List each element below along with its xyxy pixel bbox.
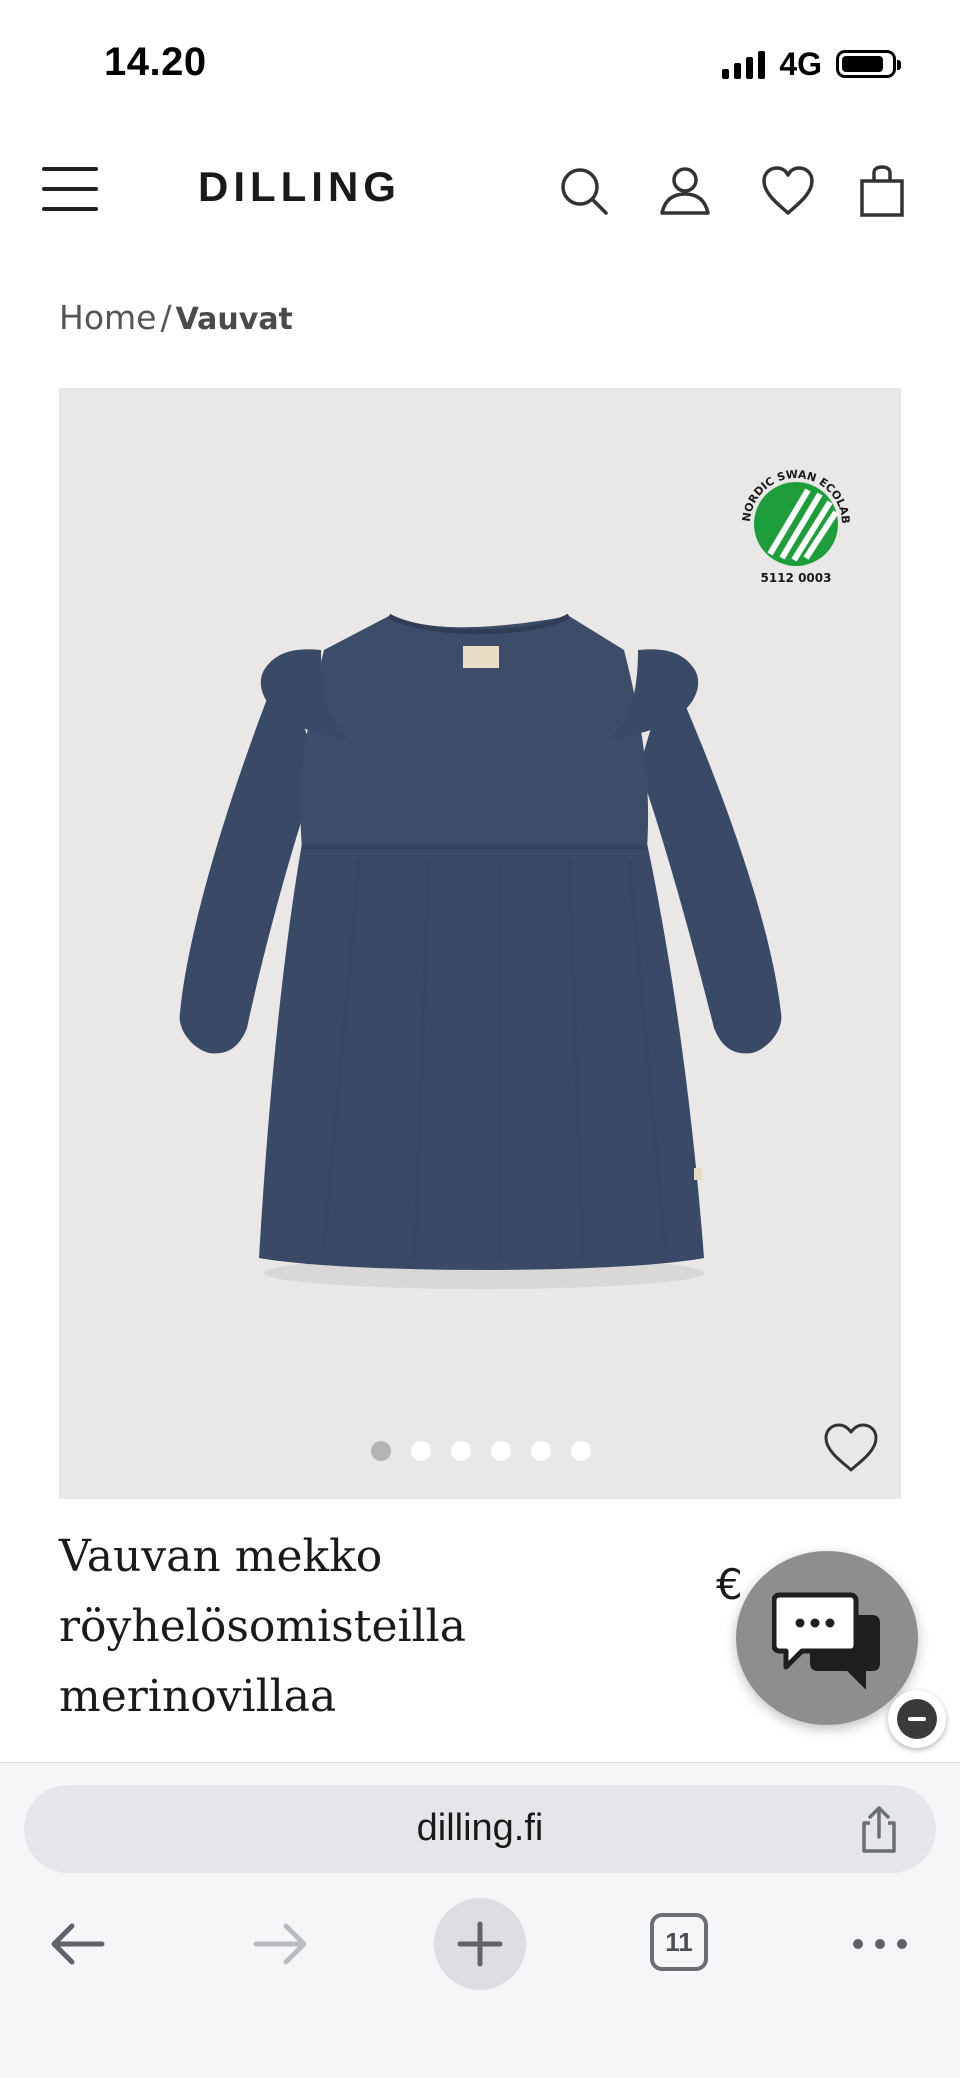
breadcrumb: Home / Vauvat bbox=[59, 298, 293, 337]
browser-toolbar: dilling.fi 11 bbox=[0, 1762, 960, 2078]
nordic-swan-ecolabel-logo: NORDIC SWAN ECOLABEL 5112 0003 bbox=[730, 454, 852, 585]
site-logo[interactable]: DILLING bbox=[198, 163, 401, 211]
add-to-wishlist-heart-icon[interactable] bbox=[823, 1422, 879, 1474]
tabs-count-button[interactable]: 11 bbox=[650, 1913, 708, 1971]
carousel-dot-4[interactable] bbox=[491, 1441, 511, 1461]
back-icon[interactable] bbox=[32, 1898, 124, 1990]
carousel-dots bbox=[371, 1441, 591, 1461]
network-type: 4G bbox=[779, 45, 822, 82]
battery-icon bbox=[836, 50, 901, 78]
new-tab-plus-icon[interactable] bbox=[434, 1898, 526, 1990]
carousel-dot-3[interactable] bbox=[451, 1441, 471, 1461]
carousel-dot-5[interactable] bbox=[531, 1441, 551, 1461]
product-title: Vauvan mekko röyhelösomisteilla merinovi… bbox=[59, 1522, 619, 1732]
chat-minimize-button[interactable] bbox=[888, 1690, 946, 1748]
breadcrumb-current[interactable]: Vauvat bbox=[176, 302, 293, 337]
signal-icon bbox=[722, 49, 766, 79]
status-indicators: 4G bbox=[722, 44, 901, 84]
chat-widget-button[interactable] bbox=[736, 1551, 918, 1725]
product-title-line-2: röyhelösomisteilla bbox=[59, 1601, 466, 1652]
forward-icon[interactable] bbox=[234, 1898, 326, 1990]
search-icon[interactable] bbox=[556, 163, 612, 219]
heart-icon[interactable] bbox=[760, 163, 816, 219]
carousel-dot-2[interactable] bbox=[411, 1441, 431, 1461]
product-price: € bbox=[716, 1560, 743, 1609]
ecolabel-code: 5112 0003 bbox=[761, 571, 832, 585]
product-title-line-1: Vauvan mekko bbox=[59, 1531, 383, 1582]
status-time: 14.20 bbox=[104, 40, 207, 84]
account-icon[interactable] bbox=[657, 163, 713, 219]
menu-icon[interactable] bbox=[42, 167, 98, 211]
chat-icon bbox=[772, 1592, 880, 1690]
product-title-line-3: merinovillaa bbox=[59, 1671, 337, 1722]
bag-icon[interactable] bbox=[854, 163, 910, 219]
more-options-icon[interactable] bbox=[834, 1898, 926, 1990]
breadcrumb-home[interactable]: Home bbox=[59, 298, 156, 337]
carousel-dot-1[interactable] bbox=[371, 1441, 391, 1461]
breadcrumb-separator: / bbox=[160, 298, 172, 337]
carousel-dot-6[interactable] bbox=[571, 1441, 591, 1461]
share-icon[interactable] bbox=[856, 1805, 902, 1855]
product-image-carousel[interactable]: NORDIC SWAN ECOLABEL 5112 0003 bbox=[59, 388, 901, 1499]
url-text: dilling.fi bbox=[416, 1807, 544, 1849]
minus-icon bbox=[897, 1699, 937, 1739]
address-bar[interactable]: dilling.fi bbox=[24, 1785, 936, 1873]
site-header: DILLING bbox=[0, 145, 960, 235]
